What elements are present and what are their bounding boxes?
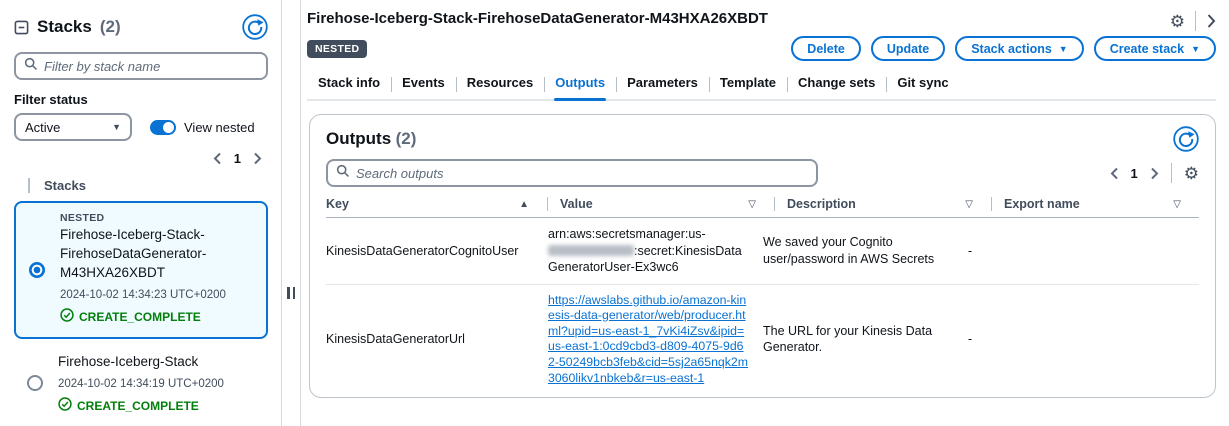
stacks-list-header: Stacks (14, 178, 268, 193)
filter-status-label: Filter status (14, 92, 268, 107)
table-row: KinesisDataGeneratorUrl https://awslabs.… (326, 285, 1199, 395)
outputs-current-page[interactable]: 1 (1131, 166, 1138, 181)
stack-list-item-selected[interactable]: NESTED Firehose-Iceberg-Stack-FirehoseDa… (14, 201, 268, 339)
search-icon (24, 57, 38, 76)
status-filter-value: Active (25, 120, 60, 135)
output-description: We saved your Cognito user/password in A… (763, 234, 968, 267)
output-value: arn:aws:secretsmanager:us- :secret:Kines… (548, 226, 763, 276)
prev-page-icon[interactable] (1110, 167, 1119, 180)
output-export-name: - (968, 243, 1199, 260)
view-nested-label: View nested (184, 120, 255, 135)
column-header-value[interactable]: Value▽ (560, 197, 775, 211)
table-row: KinesisDataGeneratorCognitoUser arn:aws:… (326, 218, 1199, 285)
update-button[interactable]: Update (871, 36, 945, 61)
stack-timestamp: 2024-10-02 14:34:19 UTC+0200 (58, 378, 256, 390)
output-description: The URL for your Kinesis Data Generator. (763, 323, 968, 356)
sort-ascending-icon[interactable]: ▲ (519, 199, 529, 210)
prev-page-icon[interactable] (213, 152, 222, 165)
toggle-on-icon (150, 120, 176, 135)
kinesis-data-generator-link[interactable]: https://awslabs.github.io/amazon-kinesis… (548, 293, 749, 387)
current-page[interactable]: 1 (234, 151, 241, 166)
caret-down-icon: ▼ (1059, 44, 1068, 54)
stack-timestamp: 2024-10-02 14:34:23 UTC+0200 (60, 289, 254, 301)
nested-badge: NESTED (307, 40, 367, 58)
collapse-panel-icon[interactable] (14, 20, 29, 35)
output-export-name: - (968, 331, 1199, 348)
column-header-export-name[interactable]: Export name▽ (1004, 197, 1199, 211)
open-side-panel-icon[interactable] (1206, 13, 1216, 29)
next-page-icon[interactable] (253, 152, 262, 165)
caret-down-icon: ▼ (1191, 44, 1200, 54)
outputs-title: Outputs (326, 129, 391, 148)
settings-gear-icon[interactable]: ⚙ (1170, 13, 1185, 30)
sidebar-stack-count: (2) (100, 17, 121, 37)
stack-name: Firehose-Iceberg-Stack (58, 353, 256, 372)
next-page-icon[interactable] (1150, 167, 1159, 180)
outputs-search-field[interactable] (326, 159, 818, 187)
tab-outputs[interactable]: Outputs (544, 71, 616, 99)
status-filter-select[interactable]: Active ▼ (14, 113, 132, 141)
stacks-sidebar: Stacks (2) Filter status Active ▼ View n… (0, 0, 281, 426)
nested-label: NESTED (60, 212, 254, 224)
outputs-search-input[interactable] (356, 166, 808, 181)
outputs-panel: Outputs (2) 1 (309, 114, 1216, 398)
tab-resources[interactable]: Resources (456, 71, 544, 99)
tab-change-sets[interactable]: Change sets (787, 71, 886, 99)
create-stack-button[interactable]: Create stack▼ (1094, 36, 1216, 61)
output-key: KinesisDataGeneratorUrl (326, 331, 548, 348)
page-title: Firehose-Iceberg-Stack-FirehoseDataGener… (307, 10, 1216, 27)
stacks-list-label: Stacks (44, 178, 86, 193)
radio-unselected-icon[interactable] (27, 375, 43, 391)
resize-handle-icon[interactable] (287, 287, 295, 299)
refresh-outputs-button[interactable] (1173, 126, 1199, 152)
stack-list-item[interactable]: Firehose-Iceberg-Stack 2024-10-02 14:34:… (14, 343, 268, 424)
redacted-blur (548, 245, 634, 256)
column-header-description[interactable]: Description▽ (787, 197, 992, 211)
top-icons-divider (1195, 11, 1196, 31)
tab-template[interactable]: Template (709, 71, 787, 99)
output-key: KinesisDataGeneratorCognitoUser (326, 243, 548, 260)
radio-selected-icon[interactable] (29, 262, 45, 278)
stack-filter-field[interactable] (14, 52, 268, 80)
column-header-key[interactable]: Key▲ (326, 197, 548, 211)
status-success-icon (60, 308, 74, 327)
stack-status-text: CREATE_COMPLETE (79, 310, 201, 324)
tab-parameters[interactable]: Parameters (616, 71, 709, 99)
sort-icon[interactable]: ▽ (1173, 199, 1181, 210)
search-icon (336, 164, 350, 183)
tools-divider (1171, 163, 1172, 183)
status-success-icon (58, 397, 72, 416)
tab-stack-info[interactable]: Stack info (307, 71, 391, 99)
tab-git-sync[interactable]: Git sync (886, 71, 959, 99)
view-nested-toggle[interactable]: View nested (150, 120, 255, 135)
sort-icon[interactable]: ▽ (748, 199, 756, 210)
stack-tabs: Stack info Events Resources Outputs Para… (307, 71, 1216, 101)
cloudformation-console: Stacks (2) Filter status Active ▼ View n… (0, 0, 1229, 426)
stack-actions-button[interactable]: Stack actions▼ (955, 36, 1084, 61)
stack-filter-input[interactable] (44, 59, 258, 74)
delete-button[interactable]: Delete (791, 36, 861, 61)
output-value: https://awslabs.github.io/amazon-kinesis… (548, 293, 763, 387)
outputs-count: (2) (396, 129, 417, 148)
table-preferences-gear-icon[interactable]: ⚙ (1184, 165, 1199, 182)
stack-status-text: CREATE_COMPLETE (77, 399, 199, 413)
stack-detail-panel: Firehose-Iceberg-Stack-FirehoseDataGener… (302, 0, 1229, 426)
stack-name: Firehose-Iceberg-Stack-FirehoseDataGener… (60, 226, 254, 283)
list-header-divider (28, 178, 30, 193)
sidebar-pagination: 1 (14, 151, 268, 166)
sort-icon[interactable]: ▽ (965, 199, 973, 210)
sidebar-title: Stacks (37, 17, 92, 37)
caret-down-icon: ▼ (112, 122, 121, 132)
panel-resize-divider (281, 0, 301, 426)
tab-events[interactable]: Events (391, 71, 456, 99)
refresh-stacks-button[interactable] (242, 14, 268, 40)
outputs-table-header: Key▲ Value▽ Description▽ Export name▽ (326, 197, 1199, 218)
